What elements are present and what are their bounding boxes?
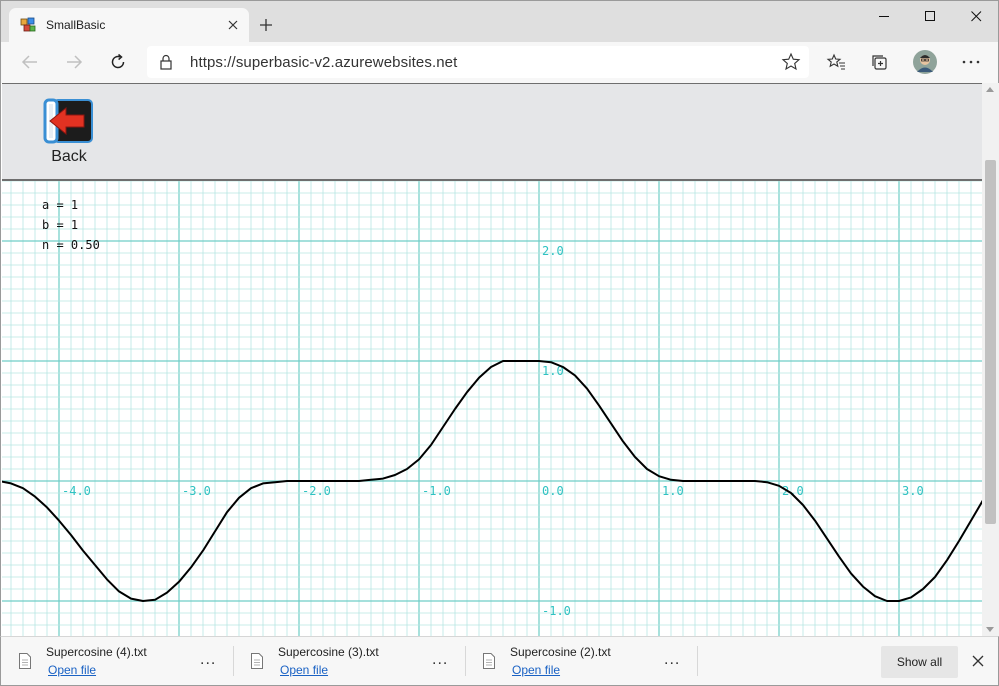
- x-tick-label: 0.0: [542, 484, 564, 498]
- address-bar[interactable]: https://superbasic-v2.azurewebsites.net: [147, 46, 809, 78]
- browser-toolbar: https://superbasic-v2.azurewebsites.net: [0, 42, 999, 83]
- back-button[interactable]: Back: [42, 96, 98, 172]
- download-item[interactable]: Supercosine (2).txt Open file ...: [465, 637, 697, 685]
- file-icon: [483, 653, 495, 669]
- file-icon: [19, 653, 31, 669]
- exit-icon: [43, 98, 93, 144]
- app-toolbar: Back: [2, 83, 982, 181]
- back-arrow-icon[interactable]: [15, 47, 45, 77]
- window-close-icon[interactable]: [953, 1, 999, 31]
- y-tick-label: -1.0: [542, 604, 571, 618]
- download-item[interactable]: Supercosine (4).txt Open file ...: [1, 637, 233, 685]
- download-item[interactable]: Supercosine (3).txt Open file ...: [233, 637, 465, 685]
- x-tick-label: 3.0: [902, 484, 924, 498]
- download-file-name: Supercosine (3).txt: [278, 645, 379, 659]
- minimize-icon[interactable]: [861, 1, 907, 31]
- supercosine-graph: -4.0 -3.0 -2.0 -1.0 0.0 1.0 2.0 3.02.01.0-1.0: [2, 181, 982, 636]
- plus-icon[interactable]: [254, 13, 278, 37]
- more-icon[interactable]: [959, 50, 983, 74]
- smallbasic-favicon: [20, 17, 36, 32]
- x-tick-label: 1.0: [662, 484, 684, 498]
- param-n: n = 0.50: [42, 238, 100, 252]
- download-file-name: Supercosine (4).txt: [46, 645, 147, 659]
- url-text: https://superbasic-v2.azurewebsites.net: [190, 54, 458, 71]
- forward-arrow-icon[interactable]: [59, 47, 89, 77]
- close-icon[interactable]: [221, 13, 245, 37]
- open-file-link[interactable]: Open file: [280, 663, 328, 677]
- x-tick-label: -3.0: [182, 484, 211, 498]
- lock-icon: [160, 54, 172, 70]
- param-a: a = 1: [42, 198, 79, 212]
- download-more-icon[interactable]: ...: [200, 651, 216, 669]
- title-bar: SmallBasic: [0, 0, 999, 43]
- grid-lines: [2, 181, 982, 636]
- browser-tab[interactable]: SmallBasic: [9, 8, 249, 43]
- refresh-icon[interactable]: [103, 47, 133, 77]
- scroll-up-icon[interactable]: [986, 87, 994, 92]
- divider: [697, 646, 698, 676]
- collections-icon[interactable]: [868, 50, 892, 74]
- favorites-icon[interactable]: [824, 50, 848, 74]
- tab-title: SmallBasic: [46, 18, 106, 32]
- open-file-link[interactable]: Open file: [48, 663, 96, 677]
- param-b: b = 1: [42, 218, 79, 232]
- download-more-icon[interactable]: ...: [664, 651, 680, 669]
- y-tick-label: 2.0: [542, 244, 564, 258]
- maximize-icon[interactable]: [907, 1, 953, 31]
- download-more-icon[interactable]: ...: [432, 651, 448, 669]
- vertical-scrollbar[interactable]: [982, 83, 999, 636]
- scrollbar-thumb[interactable]: [985, 160, 996, 524]
- show-all-button[interactable]: Show all: [881, 646, 958, 678]
- file-icon: [251, 653, 263, 669]
- download-shelf: Supercosine (4).txt Open file ... Superc…: [0, 636, 999, 686]
- download-file-name: Supercosine (2).txt: [510, 645, 611, 659]
- profile-avatar[interactable]: [913, 50, 937, 74]
- scroll-down-icon[interactable]: [986, 627, 994, 632]
- page-viewport: Back -4.0 -3.0 -2.0 -1.0 0.0 1.0 2.0 3.0 2.0 1.0-…: [0, 83, 999, 636]
- star-icon[interactable]: [781, 52, 801, 72]
- x-tick-label: -1.0: [422, 484, 451, 498]
- graph-area[interactable]: -4.0 -3.0 -2.0 -1.0 0.0 1.0 2.0 3.0 2.0 1.0 -1.0 a…: [2, 181, 982, 636]
- x-tick-label: -2.0: [302, 484, 331, 498]
- x-tick-label: -4.0: [62, 484, 91, 498]
- open-file-link[interactable]: Open file: [512, 663, 560, 677]
- parameters: a = 1 b = 1 n = 0.50: [42, 195, 100, 255]
- back-label: Back: [51, 148, 87, 165]
- close-icon[interactable]: [970, 653, 986, 669]
